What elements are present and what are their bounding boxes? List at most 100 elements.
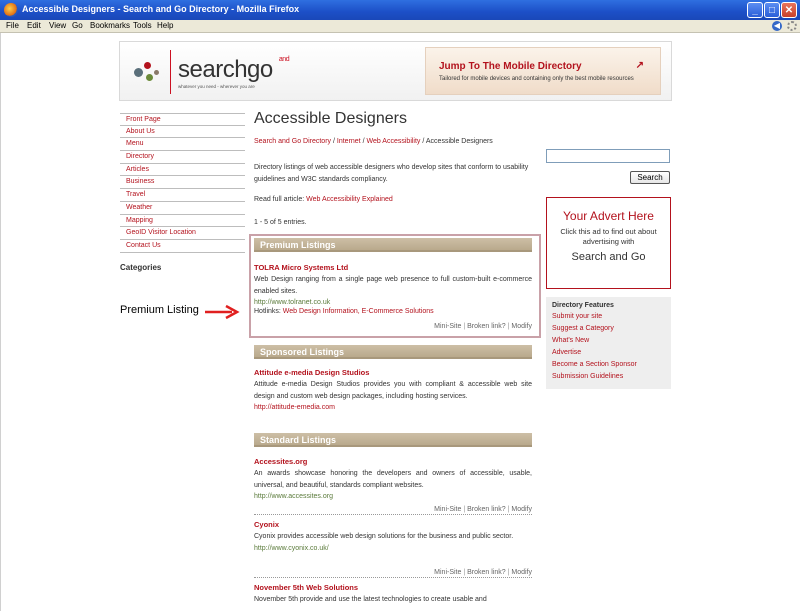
- close-button[interactable]: ✕: [781, 2, 797, 18]
- broken-link-link[interactable]: Broken link?: [467, 323, 506, 330]
- nav-directory[interactable]: Directory: [120, 151, 245, 164]
- breadcrumb-web-accessibility[interactable]: Web Accessibility: [366, 138, 420, 145]
- listing-actions: Mini-Site | Broken link? | Modify: [254, 323, 532, 331]
- menu-view[interactable]: View: [49, 21, 66, 30]
- nav-menu[interactable]: Menu: [120, 138, 245, 152]
- page-title: Accessible Designers: [254, 110, 407, 127]
- mobile-directory-banner[interactable]: Jump To The Mobile Directory Tailored fo…: [425, 47, 661, 95]
- advert-body: Click this ad to find out about advertis…: [560, 227, 657, 246]
- premium-listing-annotation: Premium Listing: [120, 304, 199, 316]
- nav-geoid[interactable]: GeoID Visitor Location: [120, 227, 245, 240]
- maximize-button[interactable]: □: [764, 2, 780, 18]
- feature-submission-guidelines[interactable]: Submission Guidelines: [552, 371, 665, 383]
- listing-title[interactable]: Attitude e-media Design Studios: [254, 368, 532, 377]
- listing-november: November 5th Web Solutions November 5th …: [254, 583, 532, 606]
- listing-description: Cyonix provides accessible web design so…: [254, 533, 514, 540]
- read-full-link[interactable]: Web Accessibility Explained: [306, 196, 393, 203]
- modify-link[interactable]: Modify: [511, 506, 532, 513]
- site-header: searchgo and whatever you need - whereve…: [119, 41, 672, 101]
- hotlinks-label: Hotlinks:: [254, 308, 281, 315]
- nav-contact-us[interactable]: Contact Us: [120, 240, 245, 253]
- features-title: Directory Features: [552, 302, 614, 309]
- feature-submit-site[interactable]: Submit your site: [552, 311, 665, 323]
- broken-link-link[interactable]: Broken link?: [467, 506, 506, 513]
- nav-business[interactable]: Business: [120, 176, 245, 190]
- listing-url[interactable]: http://www.tolranet.co.uk: [254, 299, 532, 306]
- entries-count: 1 - 5 of 5 entries.: [254, 219, 307, 226]
- nav-weather[interactable]: Weather: [120, 202, 245, 215]
- listing-hotlinks: Hotlinks: Web Design Information, E-Comm…: [254, 308, 532, 315]
- left-nav: Front Page About Us Menu Directory Artic…: [120, 113, 245, 253]
- nav-mapping[interactable]: Mapping: [120, 215, 245, 228]
- menu-help[interactable]: Help: [157, 21, 173, 30]
- listing-actions: Mini-Site | Broken link? | Modify: [254, 506, 532, 515]
- listing-description: November 5th provide and use the latest …: [254, 596, 487, 603]
- modify-link[interactable]: Modify: [511, 323, 532, 330]
- advert-title: Your Advert Here: [563, 209, 654, 223]
- directory-features: Directory Features Submit your site Sugg…: [546, 297, 671, 389]
- listing-url[interactable]: http://attitude-emedia.com: [254, 404, 532, 411]
- nav-articles[interactable]: Articles: [120, 164, 245, 177]
- back-arrow-icon[interactable]: ◀: [772, 21, 782, 31]
- site-logo[interactable]: searchgo and: [178, 56, 290, 84]
- nav-travel[interactable]: Travel: [120, 189, 245, 202]
- feature-suggest-category[interactable]: Suggest a Category: [552, 323, 665, 335]
- mini-site-link[interactable]: Mini-Site: [434, 323, 461, 330]
- menu-go[interactable]: Go: [72, 21, 83, 30]
- listing-attitude: Attitude e-media Design Studios Attitude…: [254, 368, 532, 411]
- listing-title[interactable]: TOLRA Micro Systems Ltd: [254, 263, 532, 272]
- listing-description: Attitude e-media Design Studios provides…: [254, 381, 532, 400]
- listing-description: An awards showcase honoring the develope…: [254, 470, 532, 489]
- broken-link-link[interactable]: Broken link?: [467, 569, 506, 576]
- feature-section-sponsor[interactable]: Become a Section Sponsor: [552, 359, 665, 371]
- logo-divider: [170, 50, 171, 94]
- hotlinks-links[interactable]: Web Design Information, E-Commerce Solut…: [283, 308, 434, 315]
- read-full-article: Read full article: Web Accessibility Exp…: [254, 196, 393, 203]
- nav-front-page[interactable]: Front Page: [120, 113, 245, 126]
- listing-url[interactable]: http://www.cyonix.co.uk/: [254, 545, 532, 552]
- listing-tolra: TOLRA Micro Systems Ltd Web Design rangi…: [254, 263, 532, 315]
- feature-advertise[interactable]: Advertise: [552, 347, 665, 359]
- menu-bookmarks[interactable]: Bookmarks: [90, 21, 130, 30]
- listing-actions: Mini-Site | Broken link? | Modify: [254, 569, 532, 578]
- window-title: Accessible Designers - Search and Go Dir…: [22, 4, 300, 14]
- window-titlebar: Accessible Designers - Search and Go Dir…: [0, 0, 800, 20]
- breadcrumb: Search and Go Directory / Internet / Web…: [254, 138, 493, 145]
- mobile-title[interactable]: Jump To The Mobile Directory: [439, 61, 582, 72]
- mobile-subtitle: Tailored for mobile devices and containi…: [439, 76, 634, 82]
- listing-title[interactable]: Cyonix: [254, 520, 532, 529]
- menu-edit[interactable]: Edit: [27, 21, 41, 30]
- logo-tagline: whatever you need - wherever you are: [178, 84, 255, 89]
- listing-title[interactable]: November 5th Web Solutions: [254, 583, 532, 592]
- nav-about-us[interactable]: About Us: [120, 126, 245, 139]
- mini-site-link[interactable]: Mini-Site: [434, 569, 461, 576]
- search-button[interactable]: Search: [630, 171, 670, 184]
- breadcrumb-home[interactable]: Search and Go Directory: [254, 138, 331, 145]
- breadcrumb-internet[interactable]: Internet: [337, 138, 361, 145]
- intro-text: Directory listings of web accessible des…: [254, 164, 529, 183]
- throbber-icon: [787, 21, 797, 31]
- advert-box[interactable]: Your Advert Here Click this ad to find o…: [546, 197, 671, 289]
- firefox-icon: [4, 3, 18, 17]
- listing-title[interactable]: Accessites.org: [254, 457, 532, 466]
- sponsored-listings-header: Sponsored Listings: [254, 345, 532, 359]
- external-arrow-icon[interactable]: ↗: [636, 60, 644, 71]
- search-input[interactable]: [546, 149, 670, 163]
- annotation-arrow-icon: [205, 304, 240, 320]
- modify-link[interactable]: Modify: [511, 569, 532, 576]
- standard-listings-header: Standard Listings: [254, 433, 532, 447]
- mini-site-link[interactable]: Mini-Site: [434, 506, 461, 513]
- feature-whats-new[interactable]: What's New: [552, 335, 665, 347]
- minimize-button[interactable]: _: [747, 2, 763, 18]
- categories-heading: Categories: [120, 263, 162, 272]
- menu-bar: File Edit View Go Bookmarks Tools Help: [0, 20, 800, 33]
- logo-and: and: [278, 56, 290, 63]
- listing-url[interactable]: http://www.accessites.org: [254, 493, 532, 500]
- menu-file[interactable]: File: [6, 21, 19, 30]
- logo-wordmark: searchgo: [178, 56, 273, 83]
- breadcrumb-current: Accessible Designers: [425, 138, 493, 145]
- listing-cyonix: Cyonix Cyonix provides accessible web de…: [254, 520, 532, 552]
- listing-description: Web Design ranging from a single page we…: [254, 276, 532, 295]
- advert-brand: Search and Go: [571, 251, 646, 263]
- menu-tools[interactable]: Tools: [133, 21, 152, 30]
